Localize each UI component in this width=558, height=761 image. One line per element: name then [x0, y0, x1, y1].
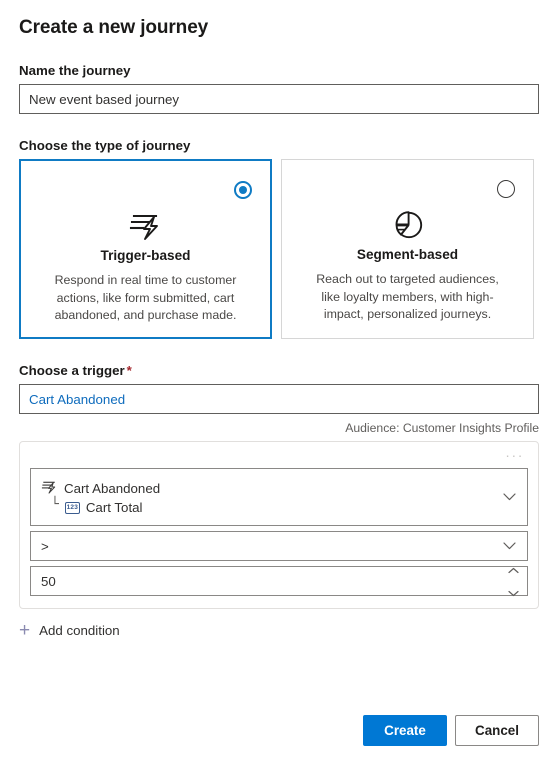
plus-icon: +: [19, 619, 31, 641]
spinner-controls[interactable]: [508, 561, 519, 602]
attribute-trigger-line: Cart Abandoned: [41, 479, 160, 497]
journey-type-card-group: Trigger-based Respond in real time to cu…: [19, 159, 539, 339]
attribute-trigger-name: Cart Abandoned: [64, 480, 161, 496]
tree-branch-glyph: └: [51, 496, 59, 512]
attribute-field-name: Cart Total: [85, 500, 143, 515]
journey-type-card-trigger-based[interactable]: Trigger-based Respond in real time to cu…: [19, 159, 272, 339]
required-marker: *: [126, 363, 132, 378]
journey-type-card-segment-based[interactable]: Segment-based Reach out to targeted audi…: [281, 159, 534, 339]
chevron-down-icon-operator: [503, 537, 516, 555]
operator-combobox[interactable]: >: [30, 531, 528, 561]
lightning-trigger-icon-small: [41, 479, 58, 497]
name-field-label: Name the journey: [19, 63, 131, 78]
chevron-down-icon-spinner[interactable]: [508, 584, 519, 602]
page-title: Create a new journey: [19, 17, 209, 38]
chevron-down-icon-attribute: [503, 488, 516, 506]
create-button[interactable]: Create: [363, 715, 447, 746]
card-title-segment-based: Segment-based: [356, 247, 459, 262]
journey-type-label: Choose the type of journey: [19, 138, 191, 153]
radio-segment-based[interactable]: [497, 180, 515, 198]
lightning-trigger-icon: [129, 209, 163, 241]
card-description-segment-based: Reach out to targeted audiences, like lo…: [316, 272, 499, 321]
chevron-up-icon-spinner[interactable]: [508, 561, 519, 579]
pie-chart-segment-icon: [392, 208, 424, 240]
add-condition-label: Add condition: [39, 623, 120, 638]
attribute-stack: Cart Abandoned └ 123 Cart Total: [41, 479, 160, 515]
trigger-field-label: Choose a trigger *: [19, 363, 539, 378]
create-journey-dialog: Create a new journey Name the journey Ch…: [0, 0, 558, 761]
add-condition-button[interactable]: + Add condition: [19, 619, 154, 641]
condition-overflow-menu-icon[interactable]: ···: [30, 448, 528, 463]
attribute-combobox[interactable]: Cart Abandoned └ 123 Cart Total: [30, 468, 528, 526]
trigger-field-label-text: Choose a trigger: [19, 363, 125, 378]
journey-name-input[interactable]: [19, 84, 539, 114]
card-title-trigger-based: Trigger-based: [100, 248, 191, 263]
radio-trigger-based[interactable]: [234, 181, 252, 199]
card-description-trigger-based: Respond in real time to customer actions…: [54, 273, 237, 322]
cancel-button[interactable]: Cancel: [455, 715, 539, 746]
value-number: 50: [41, 573, 56, 589]
audience-note: Audience: Customer Insights Profile: [345, 421, 539, 435]
value-spin-input[interactable]: 50: [30, 566, 528, 597]
attribute-field-line: └ 123 Cart Total: [41, 496, 160, 516]
dialog-footer: Create Cancel: [363, 715, 539, 746]
trigger-input[interactable]: [19, 384, 539, 414]
number-type-icon: 123: [64, 501, 80, 514]
condition-panel: ··· Cart Abandoned └ 123 Cart Total > 50: [19, 441, 539, 609]
operator-value: >: [41, 538, 49, 554]
